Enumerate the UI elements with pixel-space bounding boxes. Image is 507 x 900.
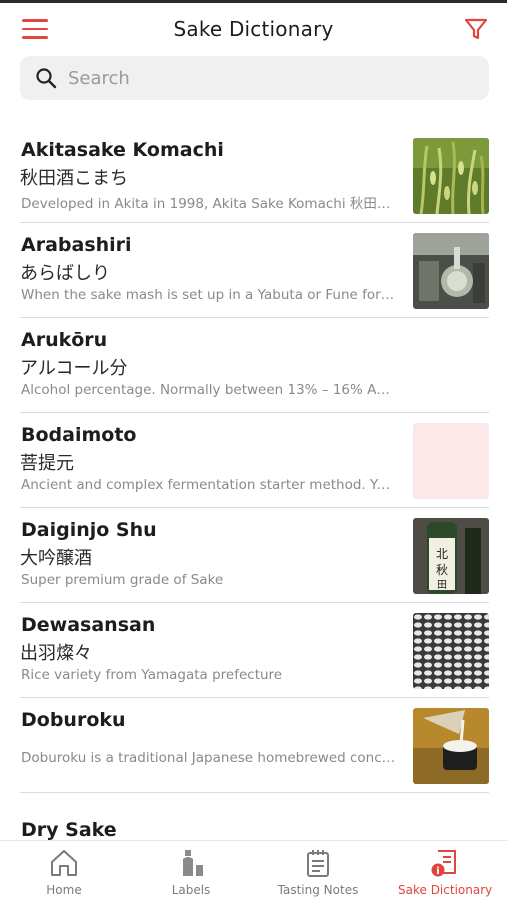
svg-text:北: 北 xyxy=(436,547,448,561)
entry-name: Doburoku xyxy=(21,709,126,731)
entry-description: Alcohol percentage. Normally between 13%… xyxy=(21,382,397,398)
search-icon xyxy=(36,68,57,89)
home-icon xyxy=(51,850,77,876)
dictionary-list: Akitasake Komachi 秋田酒こまち Developed in Ak… xyxy=(0,128,507,888)
filter-icon[interactable] xyxy=(463,16,489,42)
entry-japanese-name: 出羽燦々 xyxy=(20,643,92,664)
list-item[interactable]: Dewasansan 出羽燦々 Rice variety from Yamaga… xyxy=(20,603,489,698)
notepad-icon xyxy=(307,850,329,877)
entry-japanese-name: 菩提元 xyxy=(20,453,74,474)
list-item[interactable]: Doburoku Doburoku is a traditional Japan… xyxy=(20,698,489,793)
entry-name: Dewasansan xyxy=(21,614,156,636)
dictionary-icon: i xyxy=(431,850,456,877)
svg-text:秋: 秋 xyxy=(436,563,448,577)
entry-description: Ancient and complex fermentation starter… xyxy=(21,477,397,493)
tab-tasting-notes[interactable]: Tasting Notes xyxy=(272,841,364,900)
entry-japanese-name: あらばしり xyxy=(20,263,110,284)
tab-label: Sake Dictionary xyxy=(398,883,493,897)
search-input[interactable] xyxy=(68,62,468,94)
tab-label: Home xyxy=(46,883,82,897)
entry-thumbnail xyxy=(413,138,489,214)
tab-label: Labels xyxy=(171,883,211,897)
entry-description: Doburoku is a traditional Japanese homeb… xyxy=(21,750,397,766)
tab-labels[interactable]: Labels xyxy=(148,841,234,900)
tab-label: Tasting Notes xyxy=(277,883,359,897)
app-header: Sake Dictionary xyxy=(0,3,507,53)
list-item[interactable]: Arukōru アルコール分 Alcohol percentage. Norma… xyxy=(20,318,489,413)
entry-thumbnail xyxy=(413,233,489,309)
entry-thumbnail: 北 秋 田 xyxy=(413,518,489,594)
page-title: Sake Dictionary xyxy=(173,17,334,41)
entry-description: When the sake mash is set up in a Yabuta… xyxy=(21,287,397,303)
entry-name: Bodaimoto xyxy=(21,424,137,446)
list-item[interactable]: Daiginjo Shu 大吟醸酒 Super premium grade of… xyxy=(20,508,489,603)
entry-name: Arabashiri xyxy=(21,234,132,256)
entry-name: Daiginjo Shu xyxy=(21,519,157,541)
entry-thumbnail xyxy=(413,613,489,689)
tab-sake-dictionary[interactable]: i Sake Dictionary xyxy=(398,841,492,900)
entry-japanese-name: 大吟醸酒 xyxy=(20,548,92,569)
entry-description: Developed in Akita in 1998, Akita Sake K… xyxy=(21,196,397,212)
svg-text:田: 田 xyxy=(437,580,447,591)
entry-thumbnail-placeholder xyxy=(413,423,489,499)
entry-description: Super premium grade of Sake xyxy=(21,572,224,588)
sake-bottle-icon xyxy=(183,850,203,876)
list-item[interactable]: Bodaimoto 菩提元 Ancient and complex fermen… xyxy=(20,413,489,508)
list-item[interactable]: Arabashiri あらばしり When the sake mash is s… xyxy=(20,223,489,318)
entry-thumbnail xyxy=(413,708,489,784)
entry-name: Akitasake Komachi xyxy=(21,139,224,161)
entry-japanese-name: 秋田酒こまち xyxy=(20,168,128,189)
entry-japanese-name: アルコール分 xyxy=(20,358,128,379)
entry-name: Arukōru xyxy=(21,329,108,351)
svg-text:i: i xyxy=(436,866,439,877)
search-bar[interactable] xyxy=(20,56,489,100)
entry-description: Rice variety from Yamagata prefecture xyxy=(21,667,283,683)
tab-home[interactable]: Home xyxy=(22,841,106,900)
bottom-tab-bar: Home Labels Tasting Notes i Sake Diction… xyxy=(0,840,507,900)
list-item[interactable]: Akitasake Komachi 秋田酒こまち Developed in Ak… xyxy=(20,128,489,223)
